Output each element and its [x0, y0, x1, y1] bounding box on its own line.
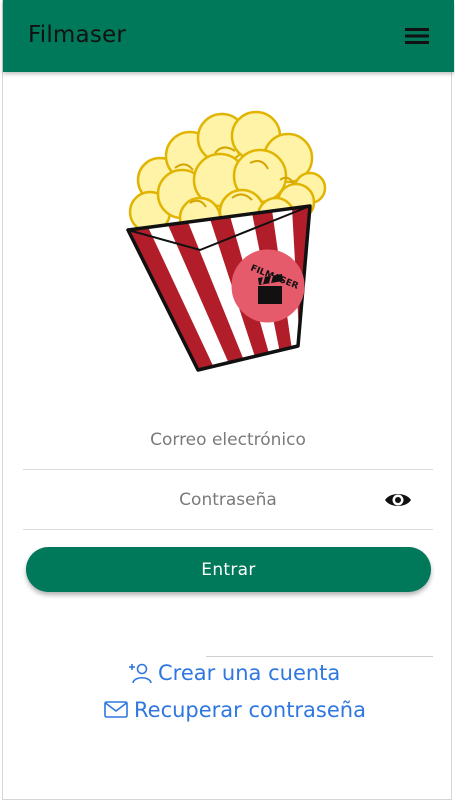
envelope-icon: [104, 701, 128, 718]
recover-password-link[interactable]: Recuperar contraseña: [104, 698, 366, 722]
app-title: Filmaser: [28, 22, 127, 48]
email-field-wrapper: [23, 410, 433, 470]
hamburger-menu-icon: [405, 28, 429, 44]
toggle-password-visibility-button[interactable]: [383, 488, 413, 512]
recover-password-label: Recuperar contraseña: [134, 698, 366, 722]
password-field[interactable]: [23, 470, 433, 529]
divider: [206, 656, 433, 657]
create-account-link[interactable]: Crear una cuenta: [128, 661, 340, 685]
create-account-label: Crear una cuenta: [158, 661, 341, 685]
password-field-wrapper: [23, 470, 433, 530]
popcorn-logo: FILMASER: [120, 108, 332, 378]
add-user-icon: [129, 663, 152, 684]
top-app-bar: Filmaser: [3, 0, 454, 72]
eye-icon: [385, 494, 411, 506]
login-button[interactable]: Entrar: [26, 547, 431, 592]
email-field[interactable]: [23, 410, 433, 469]
menu-button[interactable]: [402, 22, 432, 50]
